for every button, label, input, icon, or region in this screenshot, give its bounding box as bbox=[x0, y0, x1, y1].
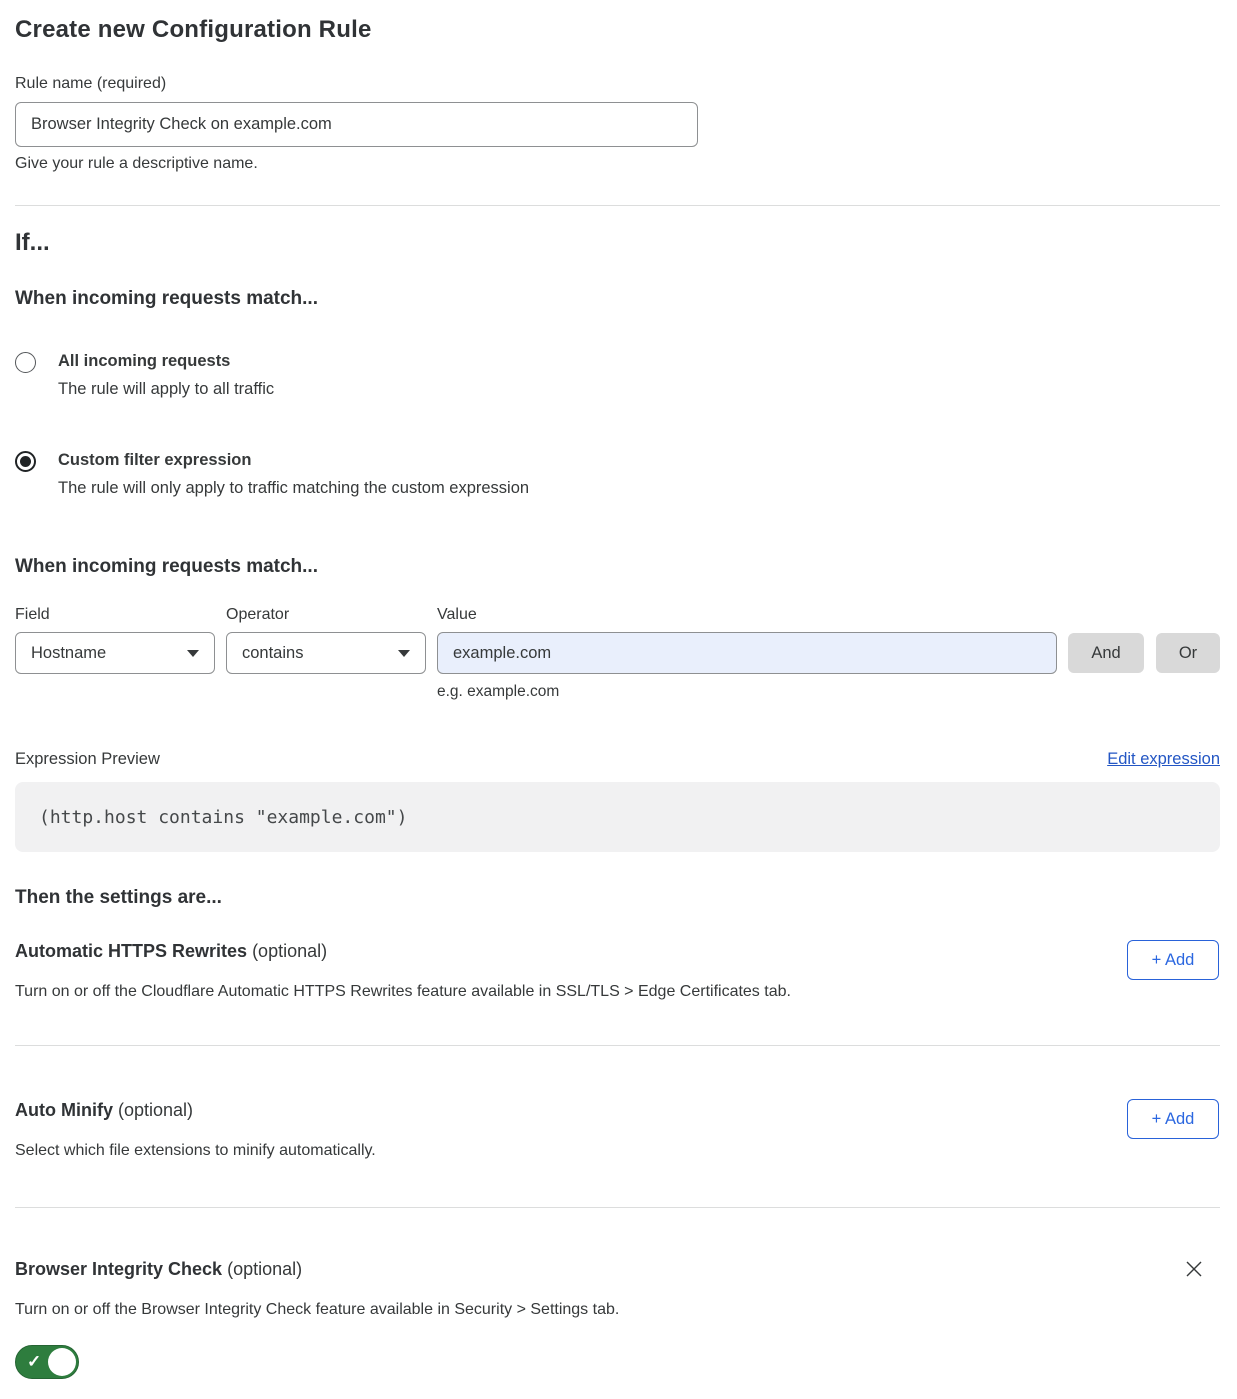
setting-description: Select which file extensions to minify a… bbox=[15, 1141, 1220, 1160]
check-icon: ✓ bbox=[27, 1353, 41, 1370]
or-button[interactable]: Or bbox=[1156, 633, 1220, 673]
setting-description: Turn on or off the Browser Integrity Che… bbox=[15, 1300, 1220, 1319]
value-help: e.g. example.com bbox=[437, 683, 1220, 701]
expression-preview-label: Expression Preview bbox=[15, 750, 160, 769]
radio-custom-filter-description: The rule will only apply to traffic matc… bbox=[58, 478, 529, 499]
add-auto-minify-button[interactable]: + Add bbox=[1127, 1099, 1219, 1139]
setting-divider bbox=[15, 1207, 1220, 1208]
setting-browser-integrity-check: Browser Integrity Check (optional) Turn … bbox=[15, 1259, 1220, 1379]
add-automatic-https-rewrites-button[interactable]: + Add bbox=[1127, 940, 1219, 980]
section-divider bbox=[15, 205, 1220, 206]
close-icon bbox=[1184, 1259, 1204, 1279]
field-select[interactable]: Hostname bbox=[15, 632, 215, 674]
operator-label: Operator bbox=[226, 606, 437, 624]
setting-automatic-https-rewrites: Automatic HTTPS Rewrites (optional) + Ad… bbox=[15, 941, 1220, 1046]
expression-code: (http.host contains "example.com") bbox=[39, 807, 407, 828]
setting-divider bbox=[15, 1045, 1220, 1046]
radio-selected-icon[interactable] bbox=[15, 451, 36, 472]
radio-custom-filter-expression[interactable]: Custom filter expression The rule will o… bbox=[15, 450, 1220, 499]
radio-unselected-icon[interactable] bbox=[15, 352, 36, 373]
operator-select[interactable]: contains bbox=[226, 632, 426, 674]
value-input[interactable] bbox=[437, 632, 1057, 674]
match-heading: When incoming requests match... bbox=[15, 288, 1220, 310]
rule-name-help: Give your rule a descriptive name. bbox=[15, 155, 1220, 173]
setting-auto-minify: Auto Minify (optional) + Add Select whic… bbox=[15, 1100, 1220, 1208]
optional-tag: (optional) bbox=[252, 941, 327, 961]
setting-title: Browser Integrity Check (optional) bbox=[15, 1259, 1220, 1280]
edit-expression-link[interactable]: Edit expression bbox=[1107, 750, 1220, 769]
setting-title: Auto Minify (optional) bbox=[15, 1100, 1220, 1121]
filter-column-labels: Field Operator Value bbox=[15, 606, 1220, 624]
value-label: Value bbox=[437, 606, 477, 624]
remove-setting-button[interactable] bbox=[1180, 1255, 1208, 1283]
toggle-knob[interactable] bbox=[48, 1348, 76, 1376]
rule-name-input[interactable] bbox=[15, 102, 698, 147]
browser-integrity-check-toggle[interactable]: ✓ bbox=[15, 1345, 79, 1379]
if-heading: If... bbox=[15, 229, 1220, 257]
chevron-down-icon bbox=[398, 650, 410, 657]
rule-name-label: Rule name (required) bbox=[15, 75, 1220, 93]
setting-title-text: Auto Minify bbox=[15, 1100, 113, 1120]
operator-select-value: contains bbox=[242, 644, 303, 663]
radio-all-incoming-description: The rule will apply to all traffic bbox=[58, 379, 274, 400]
filter-expression-row: Hostname contains And Or bbox=[15, 632, 1220, 674]
optional-tag: (optional) bbox=[227, 1259, 302, 1279]
expression-code-box: (http.host contains "example.com") bbox=[15, 782, 1220, 852]
page-title: Create new Configuration Rule bbox=[15, 16, 1220, 44]
then-settings-heading: Then the settings are... bbox=[15, 887, 1220, 909]
setting-description: Turn on or off the Cloudflare Automatic … bbox=[15, 982, 1220, 1001]
field-select-value: Hostname bbox=[31, 644, 106, 663]
and-button[interactable]: And bbox=[1068, 633, 1144, 673]
field-label: Field bbox=[15, 606, 226, 624]
expression-preview-row: Expression Preview Edit expression bbox=[15, 750, 1220, 769]
filter-match-heading: When incoming requests match... bbox=[15, 556, 1220, 578]
setting-title-text: Automatic HTTPS Rewrites bbox=[15, 941, 247, 961]
optional-tag: (optional) bbox=[118, 1100, 193, 1120]
radio-custom-filter-label[interactable]: Custom filter expression bbox=[58, 450, 529, 471]
radio-all-incoming-label[interactable]: All incoming requests bbox=[58, 351, 274, 372]
radio-dot bbox=[20, 456, 31, 467]
create-configuration-rule-form: Create new Configuration Rule Rule name … bbox=[0, 0, 1237, 1399]
setting-title-text: Browser Integrity Check bbox=[15, 1259, 222, 1279]
radio-all-incoming-requests[interactable]: All incoming requests The rule will appl… bbox=[15, 351, 1220, 400]
chevron-down-icon bbox=[187, 650, 199, 657]
setting-title: Automatic HTTPS Rewrites (optional) bbox=[15, 941, 1220, 962]
